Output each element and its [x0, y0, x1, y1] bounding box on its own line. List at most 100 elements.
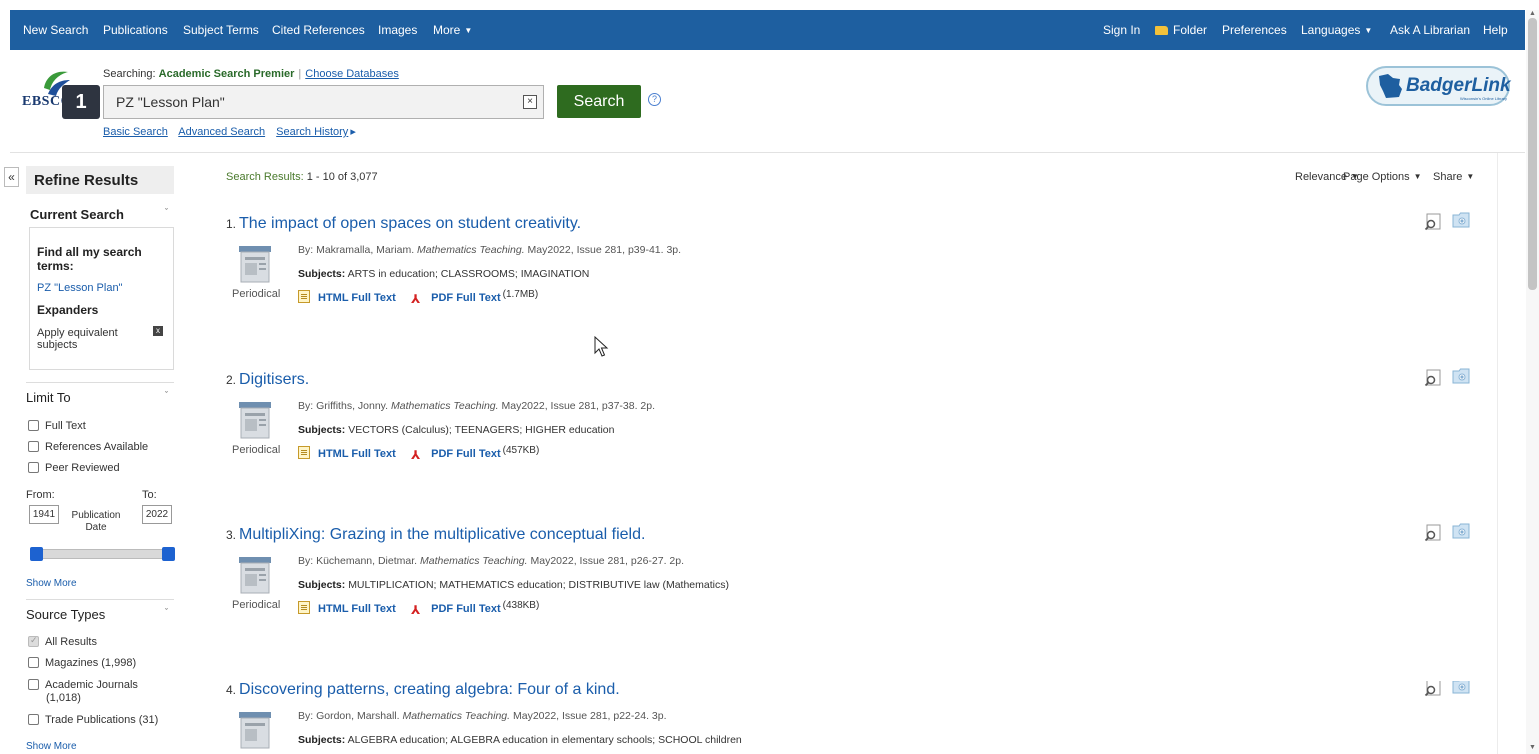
result-title-link[interactable]: MultipliXing: Grazing in the multiplicat…: [239, 526, 645, 543]
add-to-folder-icon[interactable]: [1452, 523, 1470, 539]
html-full-text-icon[interactable]: [298, 601, 310, 614]
nav-languages[interactable]: Languages ▼: [1301, 23, 1372, 37]
content-divider: [1497, 153, 1498, 754]
nav-preferences[interactable]: Preferences: [1222, 23, 1287, 37]
search-input[interactable]: [104, 86, 514, 118]
checkbox-icon[interactable]: [28, 462, 39, 473]
page-options-label: Page Options: [1343, 171, 1410, 183]
source-academic-journals-checkbox[interactable]: Academic Journals (1,018): [28, 679, 138, 705]
nav-folder[interactable]: Folder: [1155, 23, 1207, 37]
result-author: By: Griffiths, Jonny.: [298, 400, 389, 412]
source-trade-publications-checkbox[interactable]: Trade Publications (31): [28, 714, 158, 726]
source-types-heading[interactable]: Source Types: [26, 607, 105, 622]
chevron-down-icon[interactable]: ˇ: [165, 390, 168, 400]
collapse-sidebar-button[interactable]: «: [4, 167, 19, 187]
nav-images[interactable]: Images: [378, 23, 417, 37]
remove-expander-icon[interactable]: x: [153, 326, 163, 336]
pdf-icon[interactable]: ⅄: [411, 603, 424, 617]
result-byline: By: Griffiths, Jonny. Mathematics Teachi…: [298, 400, 655, 412]
pdf-full-text-link[interactable]: PDF Full Text: [431, 448, 500, 460]
scroll-down-icon[interactable]: ▼: [1528, 744, 1537, 751]
advanced-search-link[interactable]: Advanced Search: [178, 126, 265, 138]
pdf-icon[interactable]: ⅄: [411, 448, 424, 462]
date-range-max-handle[interactable]: [162, 547, 175, 561]
limit-references-available-checkbox[interactable]: References Available: [28, 441, 148, 453]
nav-publications[interactable]: Publications: [103, 23, 168, 37]
chevron-down-icon[interactable]: ˇ: [165, 207, 168, 217]
source-magazines-checkbox[interactable]: Magazines (1,998): [28, 657, 136, 669]
full-text-links: HTML Full Text ⅄ PDF Full Text (457KB): [298, 445, 539, 462]
preview-magnifier-icon[interactable]: [1424, 369, 1442, 387]
result-item: 3. MultipliXing: Grazing in the multiplic…: [226, 523, 1486, 666]
result-details: May2022, Issue 281, p22-24. 3p.: [512, 710, 667, 722]
checkbox-icon[interactable]: [28, 679, 39, 690]
result-subjects: Subjects: MULTIPLICATION; MATHEMATICS ed…: [298, 579, 729, 591]
checkbox-icon[interactable]: [28, 657, 39, 668]
pdf-full-text-link[interactable]: PDF Full Text: [431, 292, 500, 304]
periodical-thumbnail-icon[interactable]: [239, 244, 271, 286]
html-full-text-link[interactable]: HTML Full Text: [318, 603, 396, 615]
show-more-link[interactable]: Show More: [26, 741, 77, 752]
date-range-slider-track[interactable]: [32, 549, 174, 559]
result-title-link[interactable]: Digitisers.: [239, 371, 309, 388]
add-to-folder-icon[interactable]: [1452, 212, 1470, 228]
results-count-value: 1 - 10 of 3,077: [306, 171, 378, 183]
checkbox-icon[interactable]: [28, 420, 39, 431]
result-title-link[interactable]: Discovering patterns, creating algebra: …: [239, 681, 620, 698]
current-search-term-link[interactable]: PZ "Lesson Plan": [37, 282, 122, 294]
limit-peer-reviewed-checkbox[interactable]: Peer Reviewed: [28, 462, 120, 474]
result-subjects: Subjects: VECTORS (Calculus); TEENAGERS;…: [298, 424, 614, 436]
preview-magnifier-icon[interactable]: [1424, 524, 1442, 542]
subjects-value: MULTIPLICATION; MATHEMATICS education; D…: [348, 579, 729, 591]
source-all-results-checkbox[interactable]: All Results: [28, 635, 97, 648]
limit-full-text-checkbox[interactable]: Full Text: [28, 420, 86, 432]
checkbox-checked-icon[interactable]: [28, 635, 39, 647]
nav-sign-in[interactable]: Sign In: [1103, 23, 1140, 37]
add-to-folder-icon[interactable]: [1452, 681, 1470, 694]
search-button[interactable]: Search: [557, 85, 641, 118]
nav-new-search[interactable]: New Search: [23, 23, 88, 37]
nav-ask-a-librarian[interactable]: Ask A Librarian: [1390, 23, 1470, 37]
scrollbar-thumb[interactable]: [1528, 18, 1537, 290]
search-history-link[interactable]: Search History ▸: [276, 126, 356, 138]
pdf-icon[interactable]: ⅄: [411, 292, 424, 306]
checkbox-icon[interactable]: [28, 441, 39, 452]
pdf-full-text-link[interactable]: PDF Full Text: [431, 603, 500, 615]
date-range-min-handle[interactable]: [30, 547, 43, 561]
share-dropdown[interactable]: Share ▼: [1433, 171, 1474, 183]
periodical-thumbnail-icon[interactable]: [239, 710, 271, 752]
clear-search-icon[interactable]: ×: [523, 95, 537, 109]
add-to-folder-icon[interactable]: [1452, 368, 1470, 384]
preview-magnifier-icon[interactable]: [1424, 681, 1442, 697]
preview-magnifier-icon[interactable]: [1424, 213, 1442, 231]
html-full-text-link[interactable]: HTML Full Text: [318, 448, 396, 460]
show-more-link[interactable]: Show More: [26, 578, 77, 589]
result-author: By: Gordon, Marshall.: [298, 710, 400, 722]
from-year-input[interactable]: 1941: [29, 505, 59, 524]
periodical-thumbnail-icon[interactable]: [239, 400, 271, 442]
periodical-thumbnail-icon[interactable]: [239, 555, 271, 597]
nav-cited-references[interactable]: Cited References: [272, 23, 365, 37]
help-icon[interactable]: ?: [648, 93, 661, 106]
checkbox-icon[interactable]: [28, 714, 39, 725]
source-academic-journals-label: Academic Journals (1,018): [45, 679, 138, 705]
html-full-text-link[interactable]: HTML Full Text: [318, 292, 396, 304]
nav-folder-label: Folder: [1173, 23, 1208, 37]
to-year-input[interactable]: 2022: [142, 505, 172, 524]
html-full-text-icon[interactable]: [298, 290, 310, 303]
page-options-dropdown[interactable]: Page Options ▼: [1343, 171, 1422, 183]
nav-more-menu[interactable]: More ▼: [433, 23, 472, 37]
limit-to-heading[interactable]: Limit To: [26, 390, 71, 405]
search-mode-links: Basic Search Advanced Search Search Hist…: [103, 125, 364, 138]
basic-search-link[interactable]: Basic Search: [103, 126, 168, 138]
result-title-link[interactable]: The impact of open spaces on student cre…: [239, 215, 581, 232]
nav-help[interactable]: Help: [1483, 23, 1508, 37]
to-label: To:: [142, 489, 157, 501]
choose-databases-link[interactable]: Choose Databases: [305, 68, 399, 80]
chevron-down-icon[interactable]: ˇ: [165, 607, 168, 617]
current-search-heading[interactable]: Current Search: [30, 207, 124, 222]
html-full-text-icon[interactable]: [298, 446, 310, 459]
scroll-up-icon[interactable]: ▲: [1528, 10, 1537, 17]
nav-subject-terms[interactable]: Subject Terms: [183, 23, 259, 37]
badgerlink-logo[interactable]: BadgerLink Wisconsin's Online Library: [1366, 66, 1511, 106]
